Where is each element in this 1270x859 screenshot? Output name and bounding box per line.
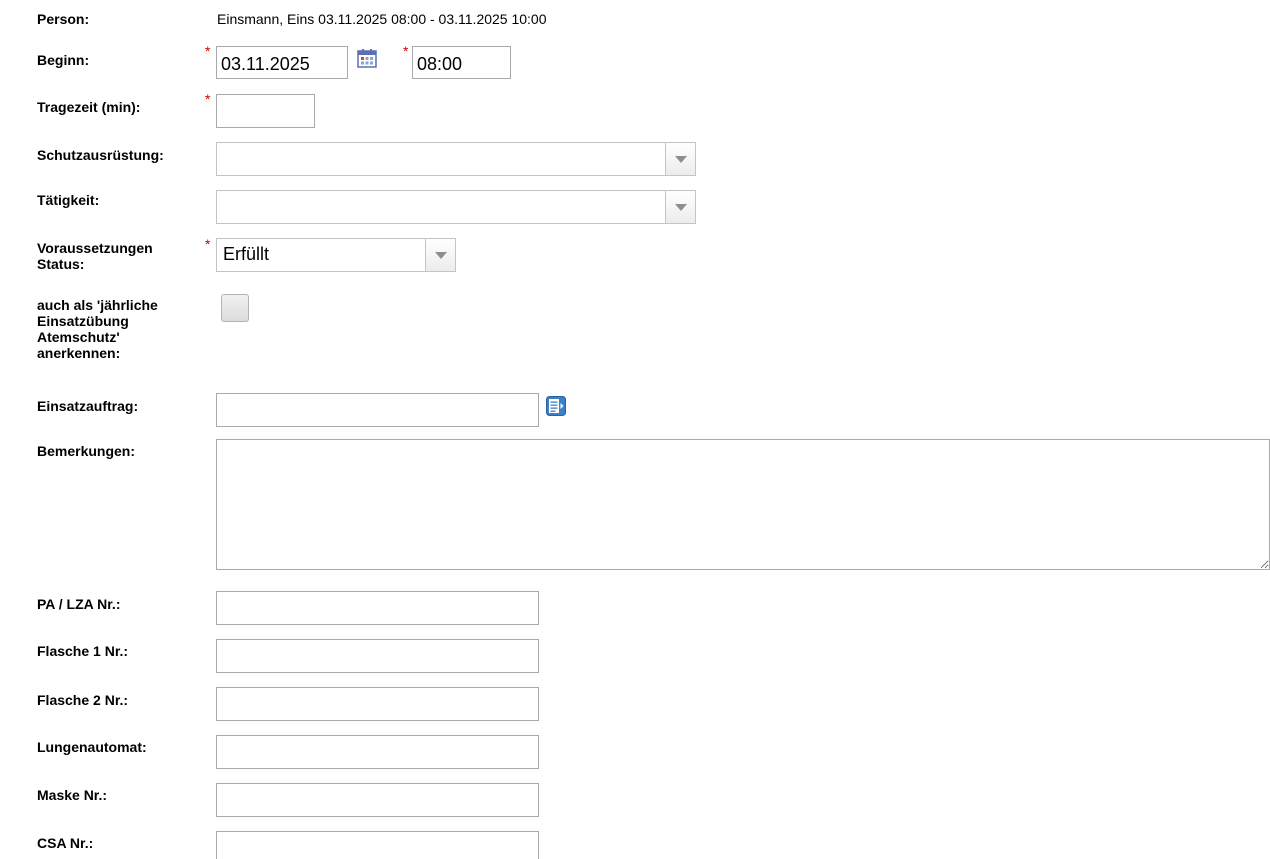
pa-lza-input[interactable] (216, 591, 539, 625)
einsatzauftrag-input[interactable] (216, 393, 539, 427)
beginn-time-required-mark: * (403, 43, 409, 59)
flasche1-input[interactable] (216, 639, 539, 673)
csa-label: CSA Nr.: (37, 835, 94, 851)
voraussetzungen-selected-value: Erfüllt (223, 244, 270, 264)
beginn-date-input[interactable] (216, 46, 348, 79)
jaehrliche-label-line4: anerkennen: (37, 345, 121, 361)
voraussetzungen-label-line1: Voraussetzungen (37, 240, 153, 256)
bemerkungen-label: Bemerkungen: (37, 443, 136, 459)
voraussetzungen-label: Voraussetzungen Status: (37, 240, 153, 272)
chevron-down-icon (674, 156, 687, 163)
einsatzauftrag-label: Einsatzauftrag: (37, 398, 139, 414)
list-lookup-icon[interactable] (545, 395, 567, 417)
pa-lza-label: PA / LZA Nr.: (37, 596, 121, 612)
person-label: Person: (37, 11, 90, 27)
atemschutz-entry-form: Person: Einsmann, Eins 03.11.2025 08:00 … (0, 0, 1270, 859)
voraussetzungen-required-mark: * (205, 236, 211, 252)
schutzausruestung-dropdown-button[interactable] (665, 143, 695, 175)
jaehrliche-uebung-checkbox[interactable] (221, 294, 249, 322)
lungenautomat-input[interactable] (216, 735, 539, 769)
beginn-required-mark: * (205, 43, 211, 59)
calendar-icon[interactable] (357, 48, 377, 68)
jaehrliche-label-line2: Einsatzübung (37, 313, 129, 329)
bemerkungen-textarea[interactable] (216, 439, 1270, 570)
flasche1-label: Flasche 1 Nr.: (37, 643, 129, 659)
csa-input[interactable] (216, 831, 539, 859)
voraussetzungen-label-line2: Status: (37, 256, 85, 272)
taetigkeit-dropdown-button[interactable] (665, 191, 695, 223)
schutzausruestung-label: Schutzausrüstung: (37, 147, 164, 163)
jaehrliche-uebung-label: auch als 'jährliche Einsatzübung Atemsch… (37, 297, 158, 361)
maske-input[interactable] (216, 783, 539, 817)
beginn-time-input[interactable] (412, 46, 511, 79)
flasche2-input[interactable] (216, 687, 539, 721)
taetigkeit-select[interactable] (216, 190, 696, 224)
tragezeit-required-mark: * (205, 91, 211, 107)
flasche2-label: Flasche 2 Nr.: (37, 692, 129, 708)
chevron-down-icon (434, 252, 447, 259)
person-value: Einsmann, Eins 03.11.2025 08:00 - 03.11.… (217, 11, 547, 27)
jaehrliche-label-line3: Atemschutz' (37, 329, 120, 345)
chevron-down-icon (674, 204, 687, 211)
beginn-label: Beginn: (37, 52, 90, 68)
tragezeit-input[interactable] (216, 94, 315, 128)
maske-label: Maske Nr.: (37, 787, 108, 803)
tragezeit-label: Tragezeit (min): (37, 99, 141, 115)
taetigkeit-label: Tätigkeit: (37, 192, 100, 208)
schutzausruestung-select[interactable] (216, 142, 696, 176)
lungenautomat-label: Lungenautomat: (37, 739, 147, 755)
voraussetzungen-status-select[interactable]: Erfüllt (216, 238, 456, 272)
voraussetzungen-dropdown-button[interactable] (425, 239, 455, 271)
jaehrliche-label-line1: auch als 'jährliche (37, 297, 158, 313)
